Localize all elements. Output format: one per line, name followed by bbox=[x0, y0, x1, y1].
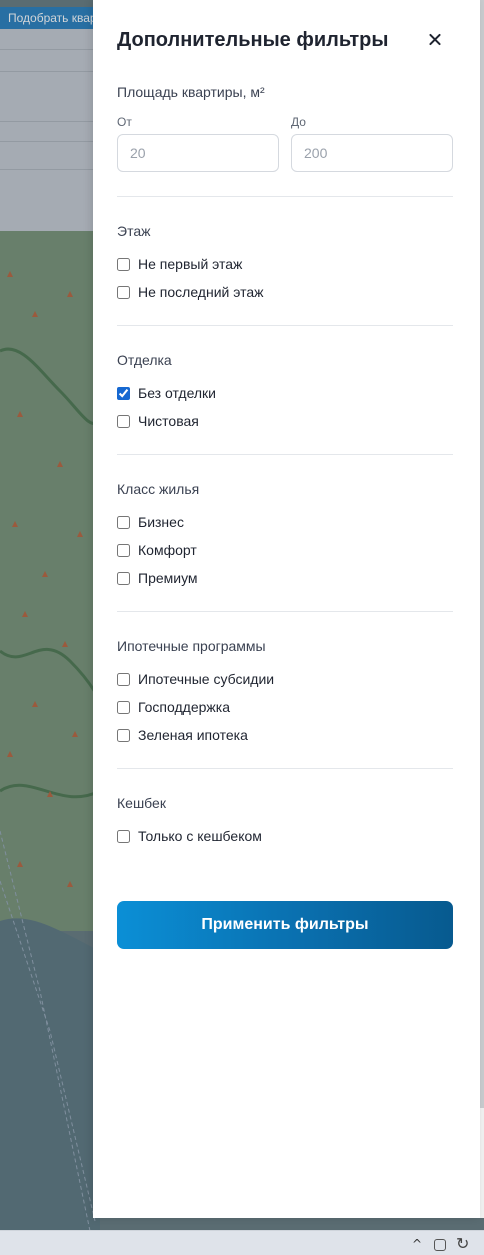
refresh-icon[interactable]: ↻ bbox=[456, 1234, 469, 1253]
filters-drawer: Дополнительные фильтры Площадь квартиры,… bbox=[93, 0, 480, 1218]
option-not-last-floor[interactable]: Не последний этаж bbox=[117, 284, 263, 300]
option-green-mortgage[interactable]: Зеленая ипотека bbox=[117, 727, 248, 743]
option-comfort[interactable]: Комфорт bbox=[117, 542, 197, 558]
scrollbar-thumb[interactable] bbox=[480, 0, 484, 1108]
business-checkbox[interactable] bbox=[117, 515, 130, 529]
floor-section-title: Этаж bbox=[117, 223, 151, 239]
option-label: Чистовая bbox=[138, 413, 199, 429]
housing-class-section-title: Класс жилья bbox=[117, 481, 200, 497]
option-label: Комфорт bbox=[138, 542, 197, 558]
state-support-checkbox[interactable] bbox=[117, 700, 130, 714]
area-section-title: Площадь квартиры, м² bbox=[117, 84, 265, 100]
option-not-first-floor[interactable]: Не первый этаж bbox=[117, 256, 242, 272]
option-state-support[interactable]: Господдержка bbox=[117, 699, 230, 715]
comfort-checkbox[interactable] bbox=[117, 543, 130, 557]
option-fine-finish[interactable]: Чистовая bbox=[117, 413, 199, 429]
option-label: Не последний этаж bbox=[138, 284, 264, 300]
divider bbox=[117, 454, 453, 455]
cashback-section-title: Кешбек bbox=[117, 795, 166, 811]
green-mortgage-checkbox[interactable] bbox=[117, 728, 130, 742]
apply-filters-button[interactable]: Применить фильтры bbox=[117, 901, 453, 949]
chevron-up-icon[interactable]: ^ bbox=[412, 1237, 422, 1251]
divider bbox=[117, 611, 453, 612]
no-finish-checkbox[interactable] bbox=[117, 386, 130, 400]
close-icon[interactable] bbox=[423, 28, 447, 52]
area-from-input[interactable] bbox=[117, 134, 279, 172]
option-label: Зеленая ипотека bbox=[138, 727, 248, 743]
option-label: Господдержка bbox=[138, 699, 230, 715]
option-label: Бизнес bbox=[138, 514, 184, 530]
mortgage-subsidies-checkbox[interactable] bbox=[117, 672, 130, 686]
taskbar: ^ ↻ bbox=[0, 1230, 484, 1255]
mortgage-section-title: Ипотечные программы bbox=[117, 638, 266, 654]
option-label: Не первый этаж bbox=[138, 256, 243, 272]
fine-finish-checkbox[interactable] bbox=[117, 414, 130, 428]
option-no-finish[interactable]: Без отделки bbox=[117, 385, 216, 401]
divider bbox=[117, 325, 453, 326]
option-label: Без отделки bbox=[138, 385, 217, 401]
option-business[interactable]: Бизнес bbox=[117, 514, 184, 530]
premium-checkbox[interactable] bbox=[117, 571, 130, 585]
divider bbox=[117, 196, 453, 197]
option-premium[interactable]: Премиум bbox=[117, 570, 198, 586]
window-icon[interactable] bbox=[434, 1239, 446, 1251]
area-to-label: До bbox=[291, 115, 306, 129]
drawer-title: Дополнительные фильтры bbox=[117, 29, 389, 51]
option-label: Только с кешбеком bbox=[138, 828, 262, 844]
area-from-label: От bbox=[117, 115, 132, 129]
option-mortgage-subsidies[interactable]: Ипотечные субсидии bbox=[117, 671, 274, 687]
option-cashback-only[interactable]: Только с кешбеком bbox=[117, 828, 262, 844]
area-to-input[interactable] bbox=[291, 134, 453, 172]
option-label: Ипотечные субсидии bbox=[138, 671, 275, 687]
not-last-floor-checkbox[interactable] bbox=[117, 285, 130, 299]
option-label: Премиум bbox=[138, 570, 198, 586]
finish-section-title: Отделка bbox=[117, 352, 172, 368]
divider bbox=[117, 768, 453, 769]
cashback-only-checkbox[interactable] bbox=[117, 829, 130, 843]
not-first-floor-checkbox[interactable] bbox=[117, 257, 130, 271]
